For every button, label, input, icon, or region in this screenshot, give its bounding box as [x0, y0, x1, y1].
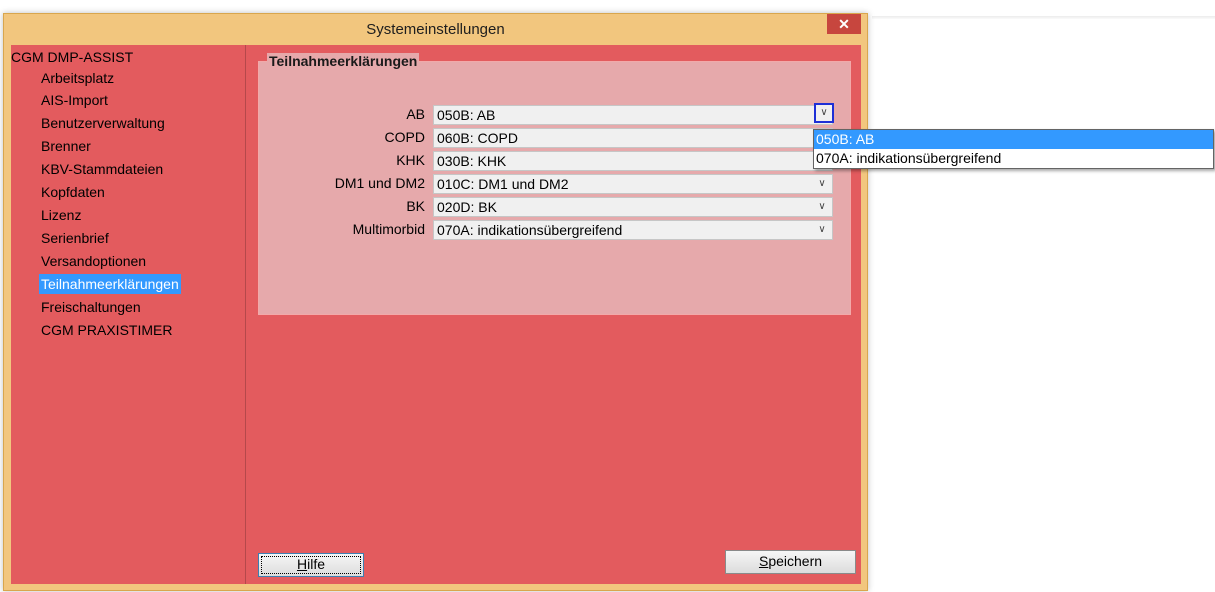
bk-select[interactable]: 020D: BK ∨ — [433, 197, 833, 217]
label-ab: AB — [406, 106, 425, 122]
tree-item-versandoptionen[interactable]: Versandoptionen — [39, 251, 148, 271]
tree-item-ais-import[interactable]: AIS-Import — [39, 90, 110, 110]
khk-select-value: 030B: KHK — [437, 153, 507, 169]
teilnahmeerklaerungen-group: Teilnahmeerklärungen AB 050B: AB ∨ COPD … — [258, 53, 851, 315]
tree-item-lizenz[interactable]: Lizenz — [39, 205, 83, 225]
label-bk: BK — [406, 198, 425, 214]
tree-item-kopfdaten[interactable]: Kopfdaten — [39, 182, 107, 202]
tree-root[interactable]: CGM DMP-ASSIST — [11, 49, 133, 65]
ab-select[interactable]: 050B: AB ∨ — [433, 103, 834, 125]
background-divider — [872, 16, 1215, 19]
khk-select[interactable]: 030B: KHK ∨ — [433, 151, 833, 171]
dialog-client-area: CGM DMP-ASSIST Arbeitsplatz AIS-Import B… — [11, 45, 861, 584]
chevron-down-icon[interactable]: ∨ — [815, 198, 829, 216]
dropdown-option[interactable]: 070A: indikationsübergreifend — [814, 149, 1213, 168]
ab-dropdown-list: 050B: AB 070A: indikationsübergreifend — [813, 129, 1214, 169]
tree-item-freischaltungen[interactable]: Freischaltungen — [39, 297, 143, 317]
tree-item-arbeitsplatz[interactable]: Arbeitsplatz — [39, 68, 116, 88]
multimorbid-select-value: 070A: indikationsübergreifend — [437, 222, 623, 238]
settings-tree: CGM DMP-ASSIST Arbeitsplatz AIS-Import B… — [11, 45, 246, 584]
chevron-down-icon[interactable]: ∨ — [814, 103, 834, 123]
label-multimorbid: Multimorbid — [352, 221, 425, 237]
title-bar[interactable]: Systemeinstellungen ✕ — [4, 14, 867, 46]
copd-select-value: 060B: COPD — [437, 130, 518, 146]
dm1-dm2-select[interactable]: 010C: DM1 und DM2 ∨ — [433, 174, 833, 194]
dropdown-option[interactable]: 050B: AB — [814, 130, 1213, 149]
chevron-down-icon[interactable]: ∨ — [815, 221, 829, 239]
bk-select-value: 020D: BK — [437, 199, 497, 215]
ab-select-value: 050B: AB — [437, 107, 496, 123]
close-icon[interactable]: ✕ — [827, 14, 861, 34]
copd-select[interactable]: 060B: COPD ∨ — [433, 128, 833, 148]
dm1-dm2-select-value: 010C: DM1 und DM2 — [437, 176, 569, 192]
tree-item-cgm-praxistimer[interactable]: CGM PRAXISTIMER — [39, 320, 174, 340]
tree-item-teilnahmeerklaerungen[interactable]: Teilnahmeerklärungen — [39, 274, 181, 294]
settings-dialog: Systemeinstellungen ✕ CGM DMP-ASSIST Arb… — [3, 13, 868, 591]
tree-item-kbv-stammdateien[interactable]: KBV-Stammdateien — [39, 159, 165, 179]
label-khk: KHK — [396, 152, 425, 168]
chevron-down-icon[interactable]: ∨ — [815, 175, 829, 193]
help-button[interactable]: Hilfe — [258, 553, 364, 577]
multimorbid-select[interactable]: 070A: indikationsübergreifend ∨ — [433, 220, 833, 240]
tree-item-benutzerverwaltung[interactable]: Benutzerverwaltung — [39, 113, 167, 133]
tree-item-serienbrief[interactable]: Serienbrief — [39, 228, 111, 248]
tree-item-brenner[interactable]: Brenner — [39, 136, 93, 156]
label-copd: COPD — [384, 129, 425, 145]
group-title: Teilnahmeerklärungen — [267, 53, 420, 69]
label-dm1-dm2: DM1 und DM2 — [334, 175, 425, 191]
save-button[interactable]: Speichern — [725, 550, 856, 574]
window-title: Systemeinstellungen — [366, 21, 505, 38]
